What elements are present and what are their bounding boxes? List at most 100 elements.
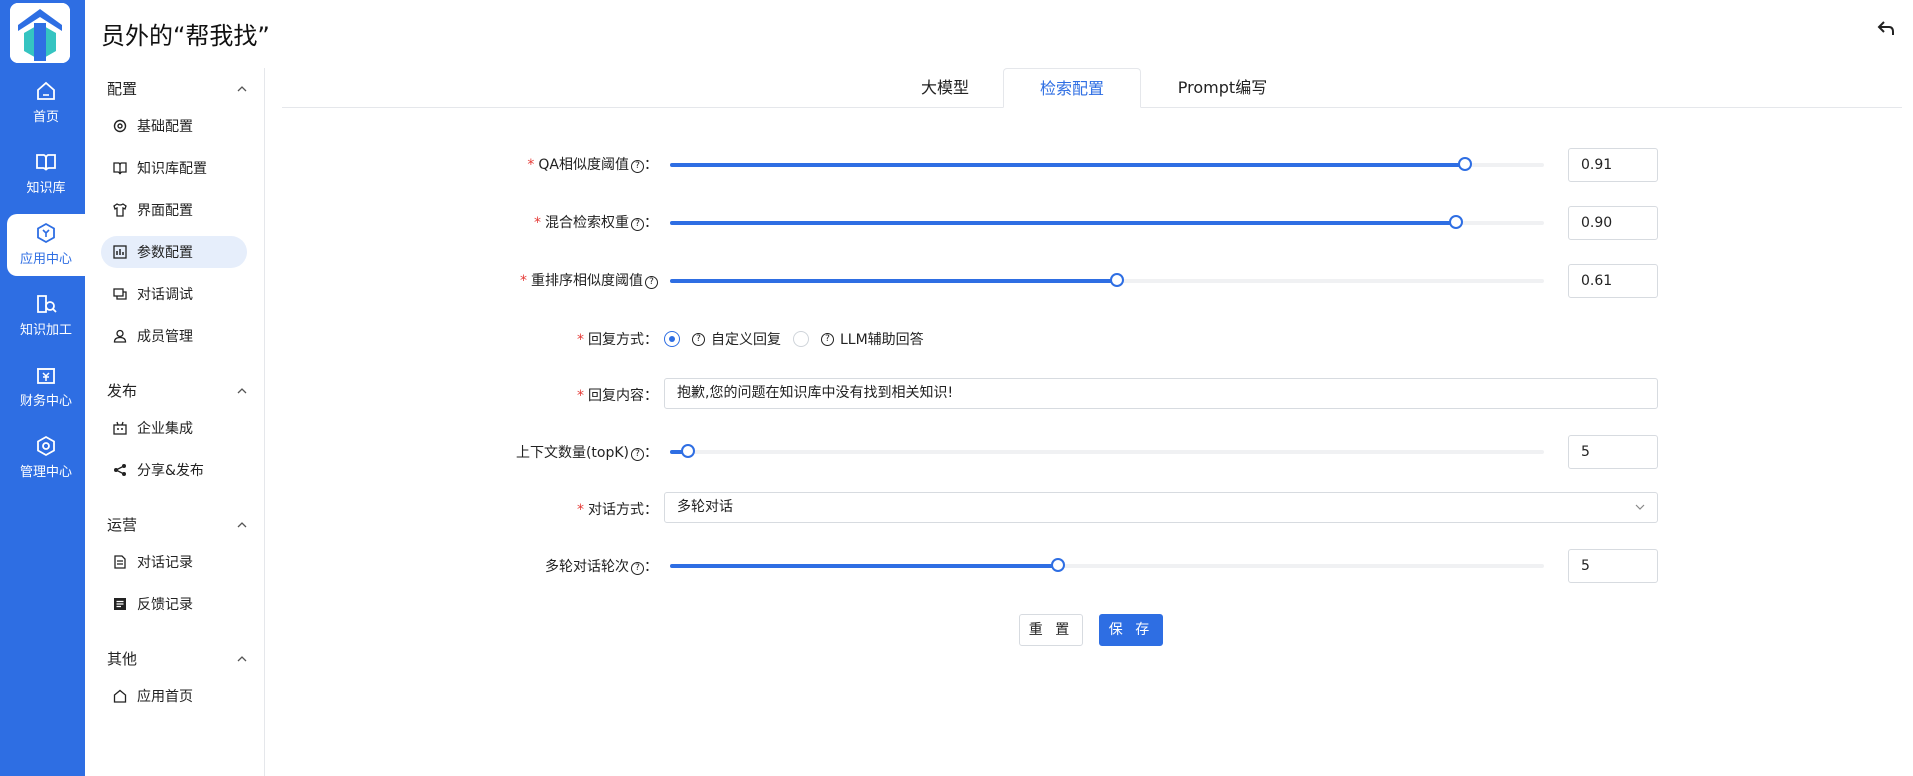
sidebar-item-ui-config[interactable]: 界面配置 [101, 194, 247, 226]
slider-fill [670, 279, 1117, 283]
radio-button[interactable] [793, 331, 809, 347]
sidebar-item-enterprise[interactable]: 企业集成 [101, 412, 247, 444]
rerank-threshold-input[interactable]: 0.61 [1568, 264, 1658, 298]
radio-llm-assist[interactable]: ? LLM辅助回答 [793, 329, 924, 349]
topk-label: 上下文数量(topK)?： [515, 445, 658, 461]
reply-content-input[interactable]: 抱歉,您的问题在知识库中没有找到相关知识! [664, 378, 1658, 409]
book-icon [36, 154, 56, 171]
slider-handle[interactable] [1458, 157, 1472, 171]
page-title: 员外的“帮我找” [101, 22, 270, 50]
rail-item-label: 财务中心 [19, 394, 72, 409]
dialog-rounds-label: 多轮对话轮次?： [545, 559, 658, 575]
slider-fill [670, 163, 1465, 167]
chat-icon [113, 288, 127, 300]
finance-icon [37, 368, 55, 384]
shirt-icon [113, 203, 127, 217]
help-icon[interactable]: ? [631, 562, 644, 575]
dialog-mode-select[interactable]: 多轮对话 [664, 492, 1658, 523]
tab-retrieval-config[interactable]: 检索配置 [1003, 68, 1141, 108]
chevron-up-icon [237, 85, 247, 91]
chevron-up-icon [237, 655, 247, 661]
rail-item-management[interactable]: 管理中心 [7, 427, 85, 489]
robot-icon [113, 421, 127, 435]
group-title: 发布 [107, 382, 138, 400]
sidebar-item-members[interactable]: 成员管理 [101, 320, 247, 352]
reset-button[interactable]: 重 置 [1019, 614, 1083, 646]
sidebar-item-dialog-debug[interactable]: 对话调试 [101, 278, 247, 310]
user-icon [113, 329, 127, 343]
settings-icon [37, 435, 55, 457]
document-icon [114, 555, 126, 569]
sidebar-item-basic-config[interactable]: 基础配置 [101, 110, 247, 142]
knowledge-process-icon [37, 295, 57, 313]
radio-button[interactable] [664, 331, 680, 347]
sidebar: 配置 基础配置 知识库配置 界面配置 参数配置 对话调试 成员管理 发布 企业集… [85, 68, 265, 776]
sidebar-item-app-home[interactable]: 应用首页 [101, 680, 247, 712]
rail-item-knowledge-base[interactable]: 知识库 [7, 143, 85, 205]
sidebar-item-kb-config[interactable]: 知识库配置 [101, 152, 247, 184]
help-icon[interactable]: ? [631, 160, 644, 173]
rerank-threshold-label: * 重排序相似度阈值? [520, 270, 658, 290]
help-icon[interactable]: ? [692, 332, 705, 346]
chevron-up-icon [237, 521, 247, 527]
help-icon[interactable]: ? [821, 332, 834, 346]
dialog-mode-label: * 对话方式： [577, 502, 658, 518]
tab-prompt[interactable]: Prompt编写 [1150, 68, 1295, 108]
reply-content-label: * 回复内容： [577, 388, 658, 404]
dialog-rounds-input[interactable]: 5 [1568, 549, 1658, 583]
rail-item-label: 知识加工 [19, 323, 72, 338]
home-icon [113, 689, 127, 703]
sidebar-group-publish[interactable]: 发布 [107, 380, 247, 401]
slider-handle[interactable] [681, 444, 695, 458]
help-icon[interactable]: ? [631, 448, 644, 461]
chart-icon [113, 245, 127, 259]
rail-item-label: 知识库 [26, 181, 66, 196]
radio-custom-reply[interactable]: ? 自定义回复 [664, 329, 781, 349]
sidebar-item-dialog-records[interactable]: 对话记录 [101, 546, 247, 578]
app-logo [10, 3, 70, 63]
topk-slider[interactable] [670, 444, 1544, 458]
rail-item-finance[interactable]: 财务中心 [7, 356, 85, 418]
topk-input[interactable]: 5 [1568, 435, 1658, 469]
qa-threshold-input[interactable]: 0.91 [1568, 148, 1658, 182]
rerank-threshold-slider[interactable] [670, 273, 1544, 287]
sidebar-group-other[interactable]: 其他 [107, 648, 247, 669]
dialog-rounds-slider[interactable] [670, 558, 1544, 572]
qa-threshold-label: * QA相似度阈值?： [527, 157, 658, 173]
help-icon[interactable]: ? [631, 218, 644, 231]
rail-item-home[interactable]: 首页 [7, 72, 85, 134]
sidebar-group-config[interactable]: 配置 [107, 78, 247, 99]
help-icon[interactable]: ? [645, 276, 658, 289]
save-button[interactable]: 保 存 [1099, 614, 1163, 646]
hybrid-weight-slider[interactable] [670, 215, 1544, 229]
sidebar-item-feedback-records[interactable]: 反馈记录 [101, 588, 247, 620]
slider-handle[interactable] [1110, 273, 1124, 287]
slider-handle[interactable] [1051, 558, 1065, 572]
book-icon [113, 162, 127, 175]
sidebar-item-param-config[interactable]: 参数配置 [101, 236, 247, 268]
slider-handle[interactable] [1449, 215, 1463, 229]
chevron-up-icon [237, 387, 247, 393]
hybrid-weight-label: * 混合检索权重?： [534, 215, 658, 231]
tab-llm[interactable]: 大模型 [890, 68, 1000, 108]
return-arrow-icon [1877, 21, 1894, 35]
back-button[interactable] [1877, 20, 1895, 40]
reply-mode-label: * 回复方式： [577, 332, 658, 348]
hybrid-weight-input[interactable]: 0.90 [1568, 206, 1658, 240]
group-title: 运营 [107, 516, 138, 534]
slider-fill [670, 564, 1058, 568]
left-rail: 首页 知识库 应用中心 知识加工 财务中心 管理中心 [0, 0, 85, 776]
chevron-down-icon [1635, 504, 1645, 510]
qa-threshold-slider[interactable] [670, 157, 1544, 171]
feedback-icon [114, 598, 126, 610]
slider-fill [670, 221, 1456, 225]
group-title: 配置 [107, 80, 138, 98]
rail-item-knowledge-process[interactable]: 知识加工 [7, 285, 85, 347]
group-title: 其他 [107, 650, 138, 668]
rail-item-label: 管理中心 [19, 465, 72, 480]
sidebar-group-operations[interactable]: 运营 [107, 514, 247, 535]
sidebar-item-share[interactable]: 分享&发布 [101, 454, 247, 486]
app-center-icon [37, 222, 55, 244]
gear-icon [113, 119, 127, 133]
rail-item-app-center[interactable]: 应用中心 [7, 214, 85, 276]
